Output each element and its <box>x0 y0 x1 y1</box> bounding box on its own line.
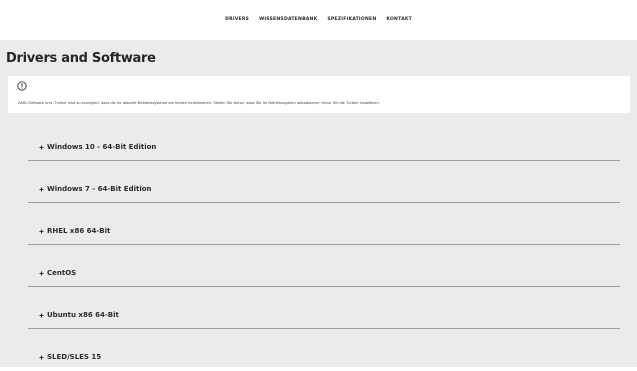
os-item-sled-sles[interactable]: SLED/SLES 15 <box>28 329 620 371</box>
os-item-rhel[interactable]: RHEL x86 64-Bit <box>28 203 620 245</box>
nav-link-kontakt[interactable]: KONTAKT <box>386 15 412 22</box>
top-navigation: DRIVERS WISSENSDATENBANK SPEZIFIKATIONEN… <box>0 0 637 36</box>
os-list: Windows 10 - 64-Bit Edition Windows 7 - … <box>28 119 620 371</box>
plus-icon <box>39 313 44 318</box>
info-circle-icon <box>17 81 27 91</box>
plus-icon <box>39 187 44 192</box>
nav-link-spezifikationen[interactable]: SPEZIFIKATIONEN <box>327 15 376 22</box>
os-item-label: Windows 10 - 64-Bit Edition <box>47 143 157 151</box>
plus-icon <box>39 355 44 360</box>
nav-link-drivers[interactable]: DRIVERS <box>225 15 249 22</box>
os-item-ubuntu[interactable]: Ubuntu x86 64-Bit <box>28 287 620 329</box>
os-item-windows-10[interactable]: Windows 10 - 64-Bit Edition <box>28 119 620 161</box>
plus-icon <box>39 145 44 150</box>
drivers-panel: Drivers and Software AMD-Software und -T… <box>0 40 637 367</box>
page-title: Drivers and Software <box>6 51 156 66</box>
os-item-label: Ubuntu x86 64-Bit <box>47 311 119 319</box>
nav-link-wissensdatenbank[interactable]: WISSENSDATENBANK <box>259 15 317 22</box>
os-item-label: Windows 7 - 64-Bit Edition <box>47 185 152 193</box>
plus-icon <box>39 229 44 234</box>
os-item-centos[interactable]: CentOS <box>28 245 620 287</box>
os-item-label: SLED/SLES 15 <box>47 353 102 361</box>
info-box: AMD-Software und -Treiber sind so konzip… <box>8 76 630 113</box>
os-item-label: RHEL x86 64-Bit <box>47 227 111 235</box>
os-item-label: CentOS <box>47 269 77 277</box>
os-item-windows-7[interactable]: Windows 7 - 64-Bit Edition <box>28 161 620 203</box>
plus-icon <box>39 271 44 276</box>
info-text: AMD-Software und -Treiber sind so konzip… <box>18 100 380 105</box>
